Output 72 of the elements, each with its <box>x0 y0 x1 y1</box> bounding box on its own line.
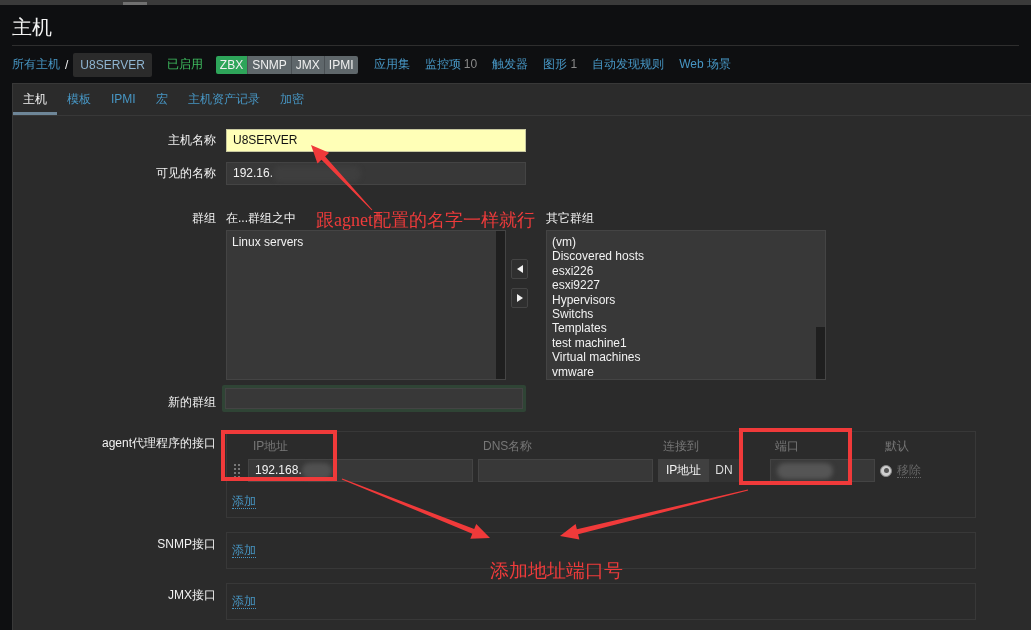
add-link[interactable]: 添加 <box>232 543 256 558</box>
triangle-left-icon <box>516 265 523 273</box>
availability-badge: SNMP <box>247 55 291 74</box>
tab[interactable]: 宏 <box>145 84 178 115</box>
redaction-smudge <box>301 462 332 479</box>
annotation-text: 添加地址端口号 <box>490 560 623 581</box>
dns-name-field[interactable] <box>478 459 653 482</box>
nav-link[interactable]: 图形 1 <box>543 56 578 73</box>
list-item[interactable]: Templates <box>552 321 607 336</box>
nav-link[interactable]: 触发器 <box>492 56 529 73</box>
list-item[interactable]: test machine1 <box>552 335 627 351</box>
port-field[interactable] <box>770 459 875 482</box>
breadcrumb-link[interactable]: 所有主机 <box>12 56 60 73</box>
list-item[interactable]: Switchs <box>552 307 594 322</box>
add-link[interactable]: 添加 <box>232 594 256 609</box>
list-item[interactable]: Hypervisors <box>552 292 616 308</box>
redaction-smudge <box>777 462 833 479</box>
drag-handle-icon[interactable] <box>234 463 240 478</box>
field-label: 主机名称 <box>167 132 216 149</box>
tab[interactable]: 主机 <box>13 84 57 115</box>
group-list[interactable]: (vm) Discovered hosts esxi226 esxi9227 Hypervisors Switchs Templates test machine1 Virtual machines vmware <box>546 230 826 380</box>
column-header: 连接到 <box>662 438 700 454</box>
tab[interactable]: 加密 <box>269 84 314 115</box>
nav-link[interactable]: 自动发现规则 <box>592 56 665 73</box>
list-item[interactable]: (vm) <box>552 235 576 250</box>
column-header: 默认 <box>884 438 910 454</box>
connect-option[interactable]: DN <box>709 459 739 482</box>
list-item[interactable]: esxi226 <box>552 263 594 279</box>
field-label: SNMP接口 <box>156 536 216 552</box>
nav-link[interactable]: 应用集 <box>373 56 410 73</box>
list-item[interactable]: Virtual machines <box>552 350 641 365</box>
column-header: DNS名称 <box>482 438 534 454</box>
add-link[interactable]: 添加 <box>232 494 256 509</box>
list-heading: 在...群组之中 <box>226 211 296 225</box>
move-right-button[interactable] <box>511 288 528 308</box>
scrollbar[interactable] <box>496 231 505 379</box>
group-list[interactable]: Linux servers <box>226 230 506 380</box>
default-radio[interactable] <box>880 464 892 477</box>
field-label: 群组 <box>191 211 216 225</box>
nav-link[interactable]: Web 场景 <box>679 56 732 73</box>
breadcrumb-current: U8SERVER <box>73 52 152 77</box>
annotation-arrow <box>311 145 373 211</box>
availability-badge: ZBX <box>215 55 248 74</box>
field-label: 可见的名称 <box>155 165 216 182</box>
field-label: 新的群组 <box>167 394 216 411</box>
page-title: 主机 <box>12 5 1019 46</box>
host-name-field[interactable]: U8SERVER <box>226 129 526 152</box>
list-item[interactable]: esxi9227 <box>552 278 601 293</box>
ip-address-field[interactable]: 192.168. <box>248 459 473 482</box>
availability-badge: JMX <box>290 55 324 74</box>
field-label: JMX接口 <box>167 587 216 603</box>
column-header: IP地址 <box>252 438 290 454</box>
nav-link[interactable]: 监控项 10 <box>424 56 478 73</box>
triangle-right-icon <box>516 294 523 302</box>
list-item[interactable]: vmware <box>552 364 594 380</box>
move-left-button[interactable] <box>511 259 528 279</box>
availability-badge: IPMI <box>323 55 358 74</box>
list-heading: 其它群组 <box>546 211 594 225</box>
tab[interactable]: IPMI <box>101 84 146 115</box>
tab[interactable]: 模板 <box>57 84 101 115</box>
breadcrumb-separator: / <box>65 57 69 72</box>
status-text[interactable]: 已启用 <box>166 56 203 73</box>
tab[interactable]: 主机资产记录 <box>177 84 270 115</box>
annotation-text: 跟agnet配置的名字一样就行 <box>316 210 535 230</box>
column-header: 端口 <box>774 438 800 454</box>
list-item[interactable]: Discovered hosts <box>552 249 645 264</box>
visible-name-field[interactable]: 192.16. <box>226 162 526 185</box>
list-item[interactable]: Linux servers <box>232 235 304 250</box>
connect-option[interactable]: IP地址 <box>658 459 710 482</box>
field-label: agent代理程序的接口 <box>100 435 216 451</box>
new-group-field[interactable] <box>222 385 526 412</box>
scrollbar[interactable] <box>816 231 825 379</box>
